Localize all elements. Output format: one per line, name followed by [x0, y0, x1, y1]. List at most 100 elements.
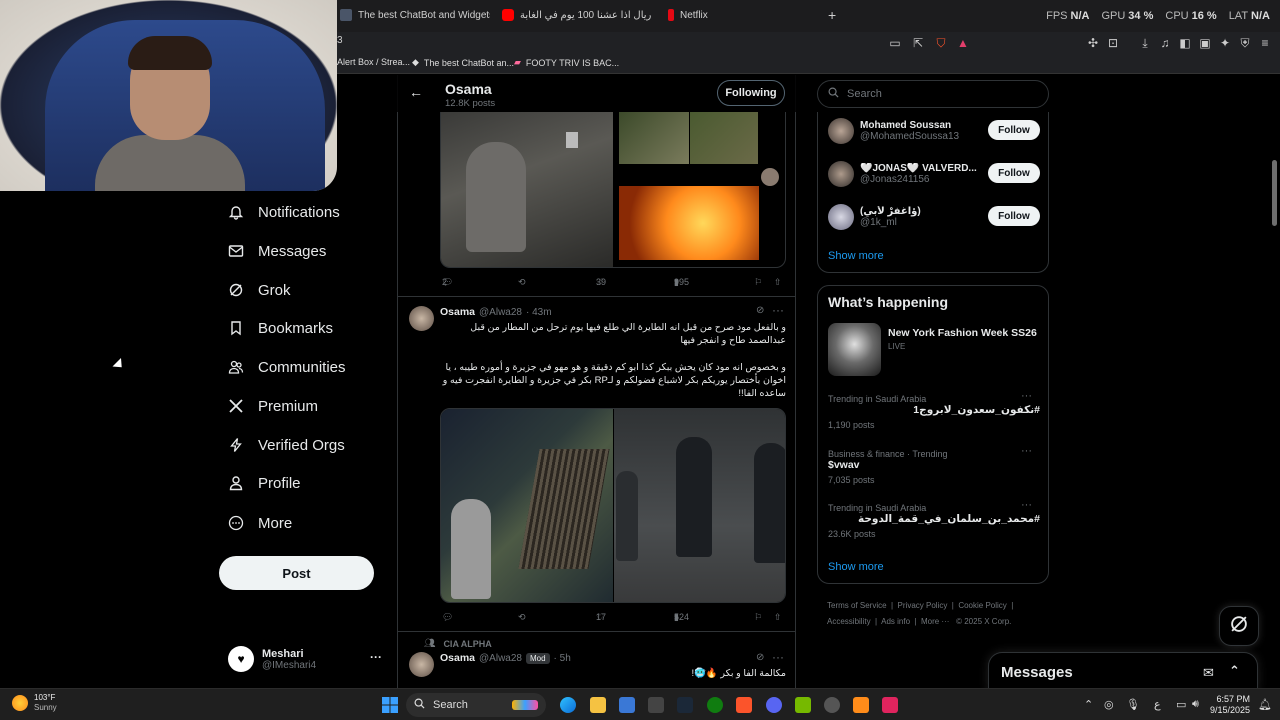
- following-button[interactable]: Following: [717, 80, 785, 106]
- footer-link-ads[interactable]: Ads info: [881, 617, 910, 626]
- footer-link-terms[interactable]: Terms of Service: [827, 601, 887, 610]
- tweet-time[interactable]: · 5h: [554, 653, 571, 664]
- edge-icon[interactable]: [560, 697, 576, 713]
- xbox-icon[interactable]: [707, 697, 723, 713]
- vpn-icon[interactable]: ⛨: [1238, 36, 1252, 50]
- who-to-follow-show-more[interactable]: Show more: [828, 250, 884, 262]
- extension-icon[interactable]: ✣: [1086, 36, 1100, 50]
- footer-link-more[interactable]: More ···: [921, 617, 949, 626]
- trend-more-icon[interactable]: ···: [1021, 445, 1032, 457]
- media-image-4[interactable]: [619, 186, 759, 260]
- sidebar-icon[interactable]: ◧: [1178, 36, 1192, 50]
- trend-more-icon[interactable]: ···: [1021, 499, 1032, 511]
- notification-bell-icon[interactable]: 🔔︎: [1258, 698, 1272, 711]
- search-box[interactable]: Search: [817, 80, 1049, 108]
- trend-item[interactable]: Business & finance · Trending $vwav 7,03…: [828, 445, 1040, 485]
- media-image-2[interactable]: [619, 112, 689, 164]
- network-icon[interactable]: ▭: [1176, 698, 1186, 711]
- bookmark-footy[interactable]: ▰ FOOTY TRIV IS BAC...: [514, 57, 619, 68]
- app-red-icon[interactable]: [882, 697, 898, 713]
- footer-link-accessibility[interactable]: Accessibility: [827, 617, 871, 626]
- follow-button[interactable]: Follow: [988, 206, 1040, 226]
- back-arrow-icon[interactable]: ←: [409, 84, 423, 100]
- post-button[interactable]: Post: [219, 556, 374, 590]
- vlc-icon[interactable]: [853, 697, 869, 713]
- grok-explain-icon[interactable]: ⊘: [756, 652, 764, 663]
- share-icon[interactable]: ⇱: [911, 36, 925, 50]
- wallet-icon[interactable]: ▣: [1198, 36, 1212, 50]
- nav-grok[interactable]: Grok: [228, 278, 291, 302]
- screen-icon[interactable]: ▭: [888, 36, 902, 50]
- nav-verified-orgs[interactable]: Verified Orgs: [228, 433, 345, 457]
- bookmark-alert-box[interactable]: Alert Box / Strea...: [337, 57, 410, 67]
- grok-floating-button[interactable]: [1219, 606, 1259, 646]
- brave-shield-icon[interactable]: ⛉: [934, 36, 948, 50]
- tray-app-icon[interactable]: ◎: [1104, 698, 1114, 711]
- community-context[interactable]: 👥︎ CIA ALPHA: [424, 638, 492, 649]
- nav-messages[interactable]: Messages: [228, 239, 326, 263]
- brave-icon[interactable]: [736, 697, 752, 713]
- nav-profile[interactable]: Profile: [228, 471, 301, 495]
- volume-icon[interactable]: 🔊︎: [1192, 698, 1199, 711]
- tray-chevron-icon[interactable]: ⌃: [1084, 698, 1093, 711]
- account-switcher[interactable]: ♥ Meshari @IMeshari4 ···: [228, 644, 388, 674]
- featured-event[interactable]: New York Fashion Week SS26 LIVE: [828, 323, 1040, 378]
- brave-rewards-icon[interactable]: ▲: [956, 36, 970, 50]
- windows-start-icon[interactable]: [381, 696, 399, 714]
- menu-icon[interactable]: ≡: [1258, 36, 1272, 50]
- store-icon[interactable]: [619, 697, 635, 713]
- trend-more-icon[interactable]: ···: [1021, 390, 1032, 402]
- new-tab-button[interactable]: +: [828, 4, 836, 26]
- taskbar-search[interactable]: Search: [406, 693, 546, 717]
- messages-drawer[interactable]: Messages ✉ ⌃: [988, 652, 1258, 692]
- trend-item[interactable]: Trending in Saudi Arabia #محمد_بن_سلمان_…: [828, 499, 1040, 539]
- footer-link-cookie[interactable]: Cookie Policy: [958, 601, 1006, 610]
- grok-explain-icon[interactable]: ⊘: [756, 305, 764, 316]
- tweet-2-avatar[interactable]: [409, 306, 434, 331]
- download-icon[interactable]: ⤓: [1138, 36, 1152, 50]
- tweet-media-grid[interactable]: [440, 112, 786, 268]
- leo-ai-icon[interactable]: ✦: [1218, 36, 1232, 50]
- tweet-author-handle[interactable]: @Alwa28: [479, 653, 522, 664]
- app-icon[interactable]: [648, 697, 664, 713]
- nav-communities[interactable]: Communities: [228, 355, 346, 379]
- new-message-icon[interactable]: ✉: [1203, 665, 1214, 681]
- steam-icon[interactable]: [677, 697, 693, 713]
- follow-suggestion[interactable]: Mohamed Soussan @MohamedSoussa13 Follow: [828, 115, 1040, 147]
- tweet-author-name[interactable]: Osama: [440, 306, 475, 318]
- media-image-left[interactable]: [441, 409, 613, 602]
- nvidia-icon[interactable]: [795, 697, 811, 713]
- trends-show-more[interactable]: Show more: [828, 561, 884, 573]
- nav-premium[interactable]: Premium: [228, 394, 318, 418]
- weather-widget[interactable]: 103°F Sunny: [12, 693, 57, 713]
- discord-icon[interactable]: [766, 697, 782, 713]
- follow-suggestion[interactable]: (ؤاغفرْ لأبي) @1k_ml Follow: [828, 201, 1040, 233]
- browser-tab-chatbot[interactable]: The best ChatBot and Widgets for Ki: [340, 4, 490, 26]
- media-image-3[interactable]: [690, 112, 758, 164]
- bookmark-chatbot[interactable]: ◆ The best ChatBot an...: [412, 57, 514, 68]
- trend-item[interactable]: Trending in Saudi Arabia #نكفون_سعدون_لا…: [828, 390, 1040, 430]
- capture-icon[interactable]: ⊡: [1106, 36, 1120, 50]
- search-input[interactable]: Search: [847, 88, 882, 100]
- nav-more[interactable]: More: [228, 511, 292, 535]
- expand-chevron-icon[interactable]: ⌃: [1229, 663, 1240, 679]
- footer-link-privacy[interactable]: Privacy Policy: [898, 601, 948, 610]
- tweet-3-avatar[interactable]: [409, 652, 434, 677]
- tweet-time[interactable]: · 43m: [526, 307, 552, 318]
- media-icon[interactable]: ♫: [1158, 36, 1172, 50]
- tweet-2-media[interactable]: [440, 408, 786, 603]
- nav-bookmarks[interactable]: Bookmarks: [228, 316, 333, 340]
- file-explorer-icon[interactable]: [590, 697, 606, 713]
- page-scrollbar[interactable]: [1272, 160, 1277, 226]
- tweet-more-icon[interactable]: ···: [772, 650, 784, 664]
- nav-notifications[interactable]: Notifications: [228, 200, 340, 224]
- tweet-author-name[interactable]: Osama: [440, 652, 475, 664]
- account-more-icon[interactable]: ···: [370, 650, 382, 664]
- browser-tab-netflix[interactable]: Netflix: [668, 4, 788, 26]
- media-image-right[interactable]: [614, 409, 785, 602]
- input-language[interactable]: ع: [1154, 698, 1161, 711]
- microphone-icon[interactable]: 🎙︎: [1126, 698, 1140, 711]
- taskbar-clock[interactable]: 6:57 PM 9/15/2025: [1210, 694, 1250, 716]
- browser-tab-youtube[interactable]: مليون ريال اذا عشنا 100 يوم في الغابة: [502, 4, 654, 26]
- media-image-1[interactable]: [441, 112, 613, 267]
